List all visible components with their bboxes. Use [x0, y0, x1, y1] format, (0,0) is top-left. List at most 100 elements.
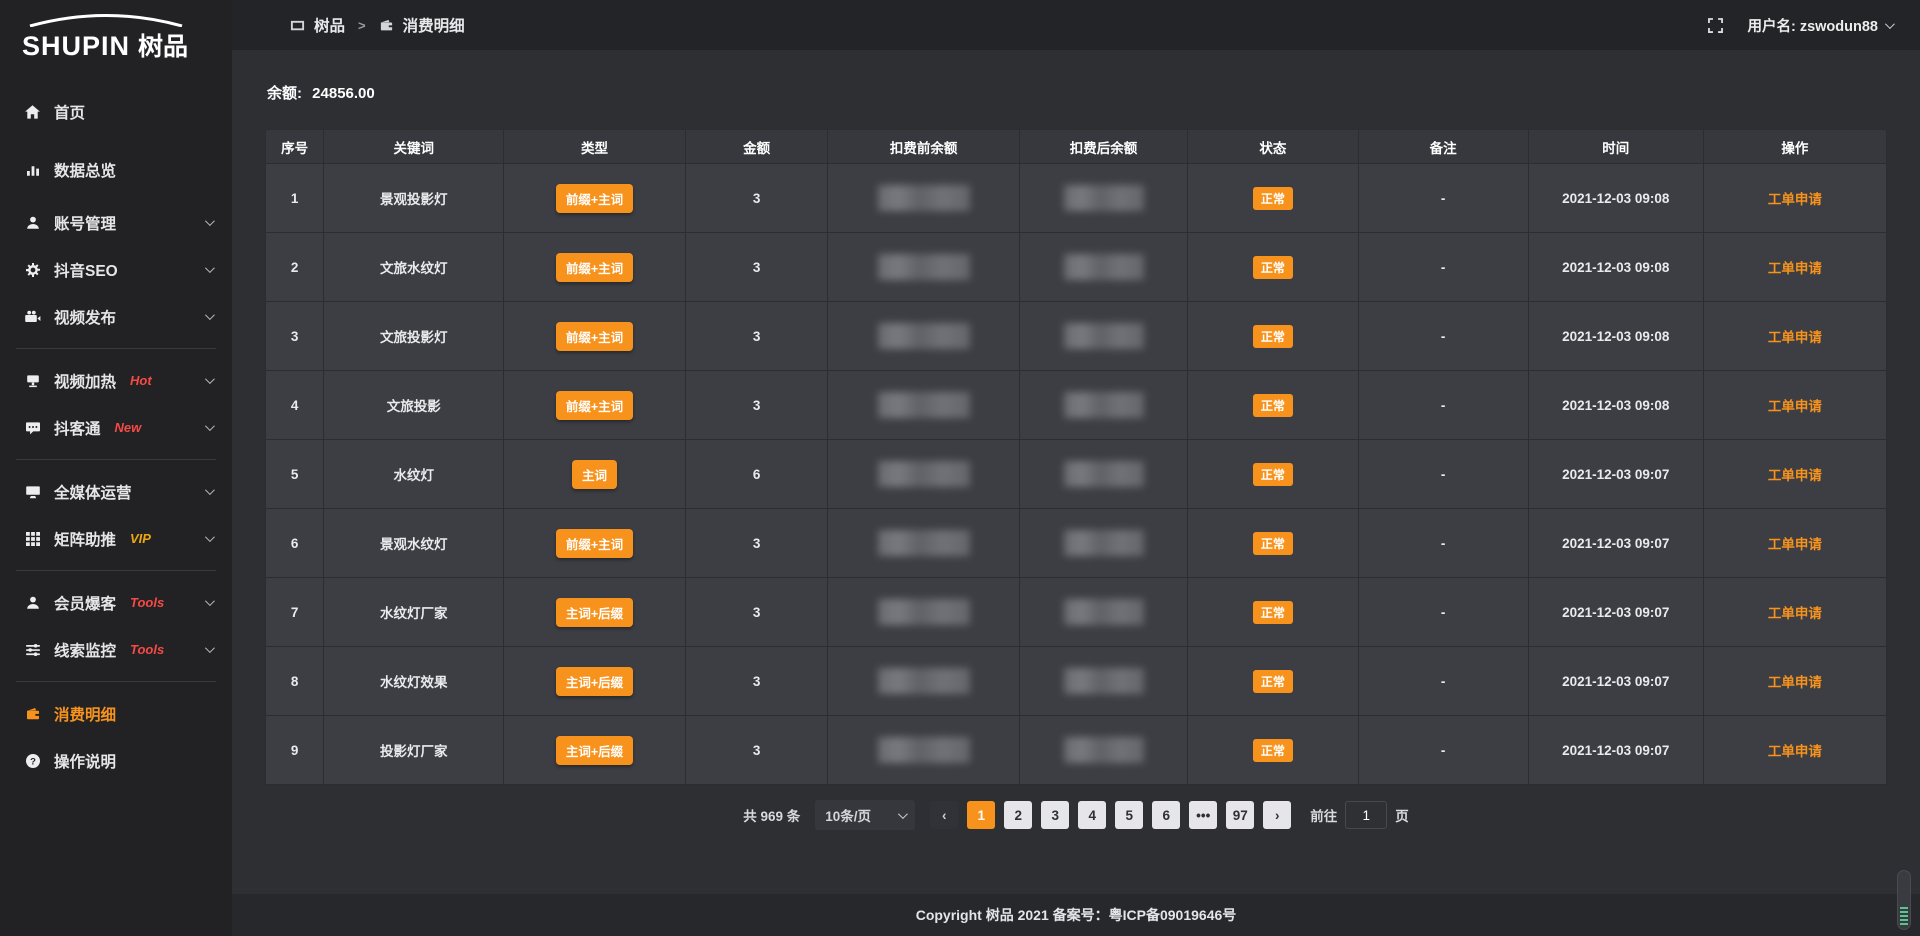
work-order-link[interactable]: 工单申请 — [1768, 192, 1822, 207]
col-header-amount: 金额 — [685, 130, 828, 164]
prev-page-button[interactable]: ‹ — [930, 801, 958, 829]
masked-balance-before — [878, 530, 970, 556]
status-badge: 正常 — [1253, 187, 1293, 210]
chevron-down-icon — [205, 374, 215, 384]
chevron-down-icon — [205, 643, 215, 653]
sidebar-item-instructions[interactable]: ? 操作说明 — [0, 737, 232, 784]
sidebar-item-video-publish[interactable]: 视频发布 — [0, 293, 232, 340]
sidebar-item-douketong[interactable]: 抖客通 New — [0, 404, 232, 451]
table-row: 9 投影灯厂家 主词+后缀 3 正常 - 2021-12-03 09:07 工单… — [266, 716, 1887, 785]
chevron-down-icon — [205, 421, 215, 431]
user-icon — [24, 214, 41, 231]
note-cell: - — [1358, 164, 1528, 233]
page-button-2[interactable]: 2 — [1004, 801, 1032, 829]
page-button-1[interactable]: 1 — [967, 801, 995, 829]
note-cell: - — [1358, 509, 1528, 578]
sidebar-item-label: 消费明细 — [54, 703, 116, 725]
page-button-6[interactable]: 6 — [1152, 801, 1180, 829]
sidebar-item-matrix-boost[interactable]: 矩阵助推 VIP — [0, 515, 232, 562]
chevron-down-icon — [898, 809, 908, 819]
breadcrumb-home[interactable]: 树品 — [314, 14, 345, 36]
breadcrumb-current: 消费明细 — [403, 14, 465, 36]
sidebar-item-label: 矩阵助推 — [54, 528, 116, 550]
masked-balance-before — [878, 392, 970, 418]
work-order-link[interactable]: 工单申请 — [1768, 606, 1822, 621]
monitor-icon — [24, 483, 41, 500]
member-icon — [24, 594, 41, 611]
amount-cell: 3 — [685, 371, 828, 440]
time-cell: 2021-12-03 09:07 — [1528, 509, 1703, 578]
new-tag: New — [115, 420, 142, 435]
note-cell: - — [1358, 233, 1528, 302]
grid-icon — [24, 530, 41, 547]
per-page-select[interactable]: 10条/页 — [815, 800, 915, 830]
topbar-right: 用户名: zswodun88 — [1707, 15, 1892, 36]
masked-balance-after — [1064, 185, 1144, 211]
page-button-3[interactable]: 3 — [1041, 801, 1069, 829]
copyright-text: Copyright 树品 2021 备案号：粤ICP备09019646号 — [916, 905, 1237, 925]
sidebar-item-member-burst[interactable]: 会员爆客 Tools — [0, 579, 232, 626]
time-cell: 2021-12-03 09:07 — [1528, 647, 1703, 716]
status-badge: 正常 — [1253, 532, 1293, 555]
user-menu[interactable]: 用户名: zswodun88 — [1747, 15, 1892, 36]
page-ellipsis-button[interactable]: ••• — [1189, 801, 1217, 829]
work-order-link[interactable]: 工单申请 — [1768, 744, 1822, 759]
work-order-link[interactable]: 工单申请 — [1768, 261, 1822, 276]
row-index: 9 — [266, 716, 324, 785]
table-row: 7 水纹灯厂家 主词+后缀 3 正常 - 2021-12-03 09:07 工单… — [266, 578, 1887, 647]
table-row: 8 水纹灯效果 主词+后缀 3 正常 - 2021-12-03 09:07 工单… — [266, 647, 1887, 716]
fullscreen-icon[interactable] — [1707, 16, 1725, 34]
note-cell: - — [1358, 578, 1528, 647]
sidebar-item-lead-monitor[interactable]: 线索监控 Tools — [0, 626, 232, 673]
page-button-5[interactable]: 5 — [1115, 801, 1143, 829]
main-area: 树品 > 消费明细 用户名: zswodun88 余额: — [232, 0, 1920, 936]
floating-toolbar-widget[interactable] — [1897, 870, 1911, 930]
balance-label: 余额: — [267, 85, 302, 102]
per-page-value: 10条/页 — [825, 805, 871, 825]
sidebar-item-data-overview[interactable]: 数据总览 — [0, 141, 232, 199]
work-order-link[interactable]: 工单申请 — [1768, 537, 1822, 552]
sidebar-item-video-heat[interactable]: 视频加热 Hot — [0, 357, 232, 404]
note-cell: - — [1358, 716, 1528, 785]
chevron-down-icon — [205, 263, 215, 273]
app-window: SHUPIN 树品 首页 数据总览 账号管理 — [0, 0, 1920, 936]
work-order-link[interactable]: 工单申请 — [1768, 399, 1822, 414]
chevron-down-icon — [205, 310, 215, 320]
hot-tag: Hot — [130, 373, 152, 388]
goto-page-input[interactable] — [1345, 801, 1387, 829]
sidebar-divider — [16, 459, 216, 460]
keyword-cell: 水纹灯厂家 — [324, 578, 504, 647]
sidebar-item-douyin-seo[interactable]: 抖音SEO — [0, 246, 232, 293]
pagination: 共 969 条 10条/页 ‹ 1 2 3 4 5 6 ••• 97 › 前往 … — [265, 800, 1887, 830]
col-header-action: 操作 — [1703, 130, 1886, 164]
total-count: 共 969 条 — [743, 805, 800, 825]
type-badge: 前缀+主词 — [556, 322, 633, 351]
sidebar-item-consumption-detail[interactable]: 消费明细 — [0, 690, 232, 737]
page-button-4[interactable]: 4 — [1078, 801, 1106, 829]
note-cell: - — [1358, 302, 1528, 371]
chevron-down-icon — [205, 485, 215, 495]
work-order-link[interactable]: 工单申请 — [1768, 330, 1822, 345]
status-badge: 正常 — [1253, 256, 1293, 279]
logo-text-cn: 树品 — [138, 27, 188, 63]
table-header-row: 序号 关键词 类型 金额 扣费前余额 扣费后余额 状态 备注 时间 操作 — [266, 130, 1887, 164]
sidebar-item-label: 抖音SEO — [54, 259, 118, 281]
bar-chart-icon — [24, 162, 41, 179]
table-row: 3 文旅投影灯 前缀+主词 3 正常 - 2021-12-03 09:08 工单… — [266, 302, 1887, 371]
sidebar-item-omnimedia[interactable]: 全媒体运营 — [0, 468, 232, 515]
sidebar-item-account[interactable]: 账号管理 — [0, 199, 232, 246]
work-order-link[interactable]: 工单申请 — [1768, 468, 1822, 483]
time-cell: 2021-12-03 09:08 — [1528, 233, 1703, 302]
sidebar-item-label: 视频发布 — [54, 306, 116, 328]
wallet-icon — [379, 18, 394, 33]
time-cell: 2021-12-03 09:08 — [1528, 371, 1703, 440]
sidebar-divider — [16, 348, 216, 349]
page-button-97[interactable]: 97 — [1226, 801, 1254, 829]
next-page-button[interactable]: › — [1263, 801, 1291, 829]
sidebar-item-home[interactable]: 首页 — [0, 83, 232, 141]
work-order-link[interactable]: 工单申请 — [1768, 675, 1822, 690]
masked-balance-before — [878, 737, 970, 763]
username-label: 用户名: zswodun88 — [1747, 15, 1878, 36]
masked-balance-before — [878, 254, 970, 280]
status-badge: 正常 — [1253, 601, 1293, 624]
